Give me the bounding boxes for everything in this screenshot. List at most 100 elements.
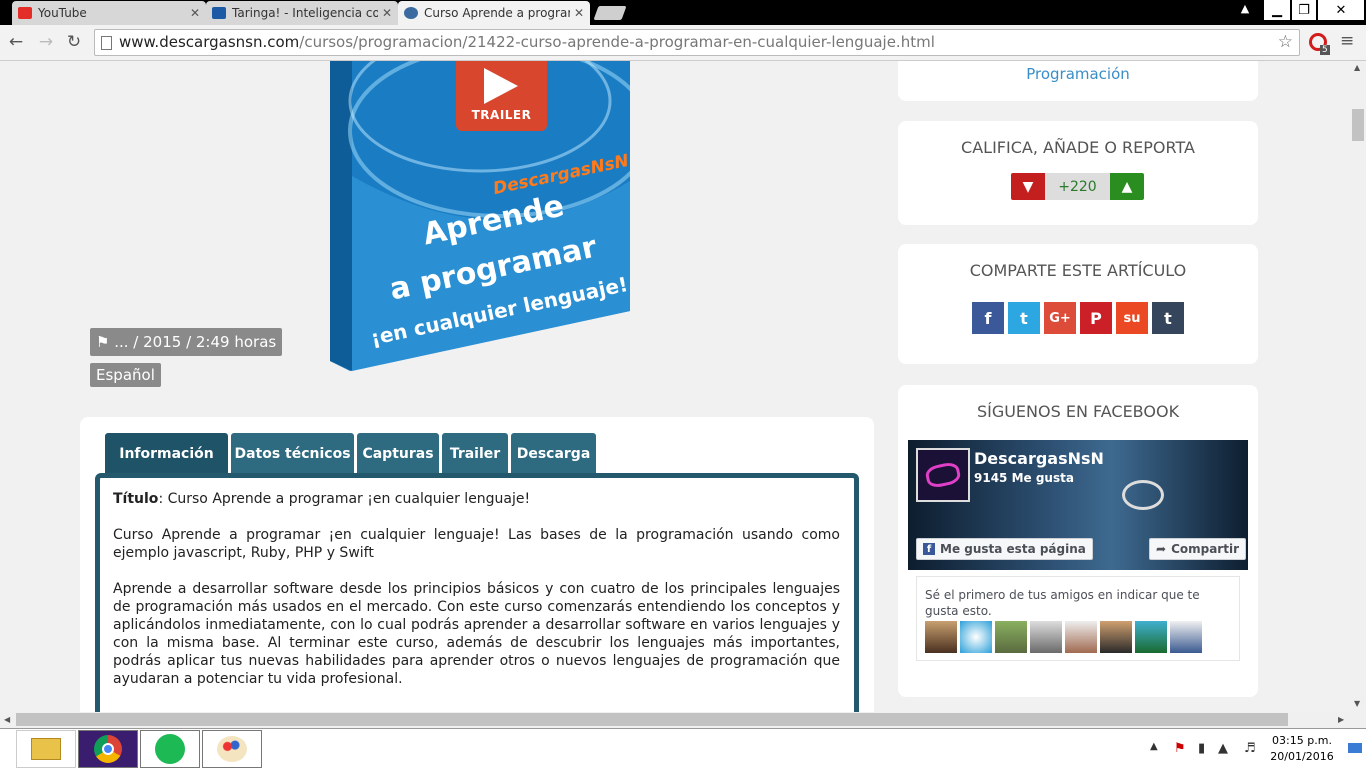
page-content: DescargasNsN Aprende a programar ¡en cua… xyxy=(0,61,1350,712)
share-title: COMPARTE ESTE ARTÍCULO xyxy=(969,261,1187,280)
browser-toolbar: ← → ↻ www.descargasnsn.com/cursos/progra… xyxy=(0,25,1366,61)
friend-avatar[interactable] xyxy=(1135,621,1167,653)
network-icon[interactable]: ▲ xyxy=(1218,741,1228,756)
rate-buttons: ▼ +220 ▲ xyxy=(1011,173,1144,200)
fb-like-page-button[interactable]: f Me gusta esta página xyxy=(916,538,1093,560)
chrome-taskbar-icon[interactable] xyxy=(78,730,138,768)
title-label: Título xyxy=(113,491,159,507)
extension-badge: 5 xyxy=(1320,45,1330,55)
thumbs-down-icon[interactable]: ▼ xyxy=(1011,173,1045,200)
twitter-share-icon[interactable]: t xyxy=(1008,302,1040,334)
fb-friends-box: Sé el primero de tus amigos en indicar q… xyxy=(916,576,1240,661)
url-host: www.descargasnsn.com xyxy=(119,33,300,51)
tab-trailer[interactable]: Trailer xyxy=(442,433,508,474)
descargasnsn-icon xyxy=(404,7,418,19)
friend-avatar[interactable] xyxy=(1030,621,1062,653)
clock-time: 03:15 p.m. xyxy=(1272,734,1332,747)
fb-page-name[interactable]: DescargasNsN xyxy=(974,449,1104,468)
category-card: Programación xyxy=(898,61,1258,101)
tab-curso-active[interactable]: Curso Aprende a program ✕ xyxy=(398,1,590,25)
tumblr-share-icon[interactable]: t xyxy=(1152,302,1184,334)
language-tag: Español xyxy=(90,363,161,387)
back-icon[interactable]: ← xyxy=(6,32,26,52)
googleplus-share-icon[interactable]: G+ xyxy=(1044,302,1076,334)
rate-title: CALIFICA, AÑADE O REPORTA xyxy=(961,138,1195,157)
tab-title: Curso Aprende a program xyxy=(424,6,570,20)
tab-datos-tecnicos[interactable]: Datos técnicos xyxy=(231,433,354,474)
menu-icon[interactable]: ≡ xyxy=(1340,31,1354,51)
youtube-icon xyxy=(18,7,32,19)
tab-taringa[interactable]: Taringa! - Inteligencia cole ✕ xyxy=(206,1,398,25)
category-link[interactable]: Programación xyxy=(898,65,1258,83)
friend-avatar[interactable] xyxy=(1170,621,1202,653)
bookmark-star-icon[interactable]: ☆ xyxy=(1278,30,1293,55)
volume-icon[interactable]: ♬ xyxy=(1244,741,1256,756)
thumbs-up-icon[interactable]: ▲ xyxy=(1110,173,1144,200)
facebook-icon: f xyxy=(923,543,935,555)
browser-tab-strip: YouTube ✕ Taringa! - Inteligencia cole ✕… xyxy=(0,0,1366,25)
facebook-share-icon[interactable]: f xyxy=(972,302,1004,334)
spotify-taskbar-icon[interactable] xyxy=(140,730,200,768)
fb-friends-text: Sé el primero de tus amigos en indicar q… xyxy=(925,588,1200,618)
friend-avatar[interactable] xyxy=(995,621,1027,653)
taringa-icon xyxy=(212,7,226,19)
fb-like-label: Me gusta esta página xyxy=(940,542,1086,556)
rate-card: CALIFICA, AÑADE O REPORTA ▼ +220 ▲ xyxy=(898,121,1258,225)
share-arrow-icon: ➦ xyxy=(1156,542,1167,556)
page-icon xyxy=(101,36,112,50)
friend-avatar[interactable] xyxy=(1065,621,1097,653)
close-icon[interactable]: ✕ xyxy=(382,6,392,20)
taskbar-clock[interactable]: 03:15 p.m. 20/01/2016 xyxy=(1270,733,1334,765)
tab-youtube[interactable]: YouTube ✕ xyxy=(12,1,206,25)
info-panel: Título: Curso Aprende a programar ¡en cu… xyxy=(95,473,859,712)
friend-avatar[interactable] xyxy=(1100,621,1132,653)
tab-informacion[interactable]: Información xyxy=(105,433,228,474)
address-bar[interactable]: www.descargasnsn.com/cursos/programacion… xyxy=(94,29,1300,56)
minimize-button[interactable]: ▁ xyxy=(1264,0,1290,20)
tab-descarga[interactable]: Descarga xyxy=(511,433,596,474)
flag-icon: ⚑ xyxy=(96,333,110,351)
share-card: COMPARTE ESTE ARTÍCULO xyxy=(898,244,1258,364)
close-icon[interactable]: ✕ xyxy=(574,6,584,20)
reload-icon[interactable]: ↻ xyxy=(64,32,84,52)
close-icon[interactable]: ✕ xyxy=(190,6,200,20)
paragraph-1: Curso Aprende a programar ¡en cualquier … xyxy=(113,527,840,561)
vertical-scroll-thumb[interactable] xyxy=(1352,109,1364,141)
file-explorer-icon[interactable] xyxy=(16,730,76,768)
friend-avatar[interactable] xyxy=(960,621,992,653)
scroll-right-icon[interactable]: ▶ xyxy=(1338,715,1344,724)
close-window-button[interactable]: ✕ xyxy=(1318,0,1364,20)
battery-icon[interactable]: ▮ xyxy=(1198,741,1205,756)
fb-likes-count: 9145 Me gusta xyxy=(974,471,1074,485)
meta-tag: ⚑ ... / 2015 / 2:49 horas xyxy=(90,328,283,356)
facebook-title: SÍGUENOS EN FACEBOOK xyxy=(976,402,1180,421)
horizontal-scroll-thumb[interactable] xyxy=(16,713,1288,726)
paragraph-2: Aprende a desarrollar software desde los… xyxy=(113,581,840,687)
cloud-logo-icon xyxy=(1122,480,1164,510)
trailer-button[interactable]: TRAILER xyxy=(456,61,547,131)
friend-avatar[interactable] xyxy=(925,621,957,653)
stumbleupon-share-icon[interactable]: su xyxy=(1116,302,1148,334)
scroll-up-icon[interactable]: ▲ xyxy=(1354,63,1360,72)
windows-taskbar: ▲ ⚑ ▮ ▲ ♬ 03:15 p.m. 20/01/2016 xyxy=(0,728,1366,768)
new-tab-button[interactable] xyxy=(593,6,627,20)
vertical-scrollbar[interactable]: ▲ ▼ xyxy=(1350,61,1366,712)
page-logo-icon xyxy=(916,448,970,502)
scroll-down-icon[interactable]: ▼ xyxy=(1354,699,1360,708)
title-value: : Curso Aprende a programar ¡en cualquie… xyxy=(158,491,531,507)
scroll-left-icon[interactable]: ◀ xyxy=(4,715,10,724)
fb-share-button[interactable]: ➦ Compartir xyxy=(1149,538,1246,560)
forward-icon[interactable]: → xyxy=(36,32,56,52)
paint-taskbar-icon[interactable] xyxy=(202,730,262,768)
user-profile-icon[interactable]: ▲ xyxy=(1238,2,1252,16)
show-desktop-button[interactable] xyxy=(1348,743,1362,753)
tray-expand-icon[interactable]: ▲ xyxy=(1150,741,1158,752)
url-path: /cursos/programacion/21422-curso-aprende… xyxy=(299,33,935,51)
pinterest-share-icon[interactable]: P xyxy=(1080,302,1112,334)
tray-flag-icon[interactable]: ⚑ xyxy=(1174,741,1186,756)
title-line: Título: Curso Aprende a programar ¡en cu… xyxy=(113,490,840,508)
restore-button[interactable]: ❐ xyxy=(1292,0,1316,20)
facebook-page-banner[interactable]: DescargasNsN 9145 Me gusta f Me gusta est… xyxy=(908,440,1248,570)
tab-capturas[interactable]: Capturas xyxy=(357,433,439,474)
tab-title: Taringa! - Inteligencia cole xyxy=(232,6,378,20)
